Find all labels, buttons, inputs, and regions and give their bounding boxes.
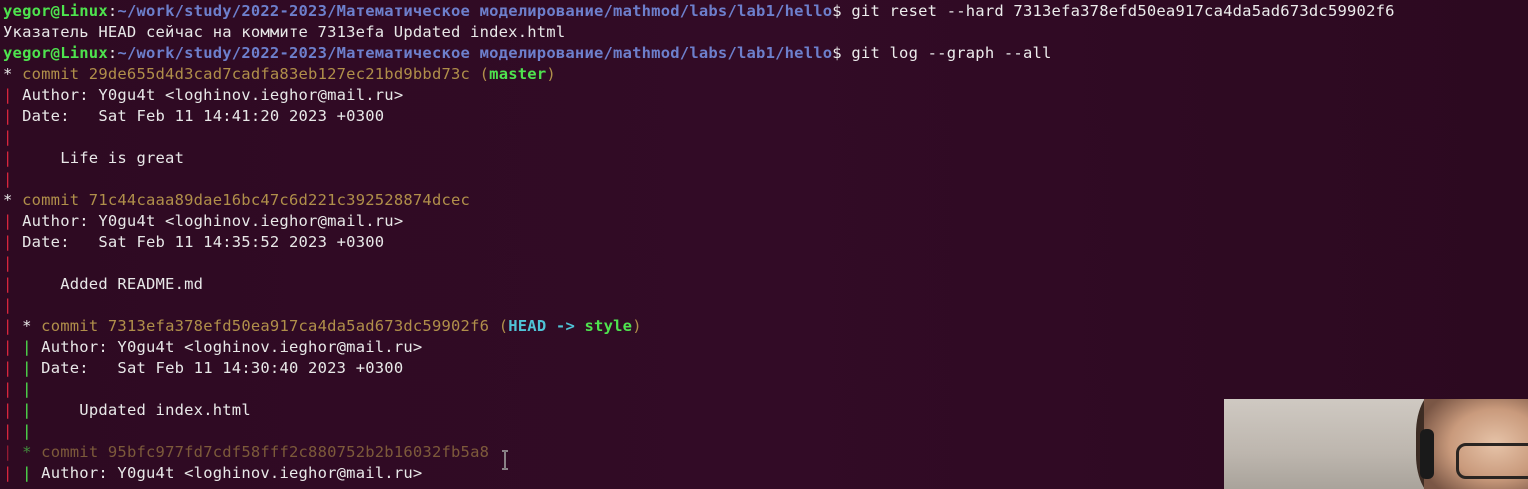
prompt-sep: : bbox=[107, 44, 118, 62]
graph-bar: | bbox=[22, 380, 42, 398]
branch-ref-master: master bbox=[489, 65, 547, 83]
prompt-sep: : bbox=[107, 2, 118, 20]
author-text: Author: Y0gu4t <loghinov.ieghor@mail.ru> bbox=[22, 86, 404, 104]
prompt-path: ~/work/study/2022-2023/Математическое мо… bbox=[117, 44, 833, 62]
graph-bar: | bbox=[3, 464, 23, 482]
graph-bar: | bbox=[3, 338, 23, 356]
log-author-line: | Author: Y0gu4t <loghinov.ieghor@mail.r… bbox=[3, 85, 403, 106]
log-commit-line: | * commit 7313efa378efd50ea917ca4da5ad6… bbox=[3, 316, 642, 337]
graph-star: * bbox=[3, 65, 23, 83]
webcam-overlay bbox=[1224, 399, 1528, 489]
graph-bar: | bbox=[3, 317, 23, 335]
graph-star: * bbox=[22, 443, 42, 461]
graph-bar: | bbox=[3, 443, 23, 461]
command-text: git log --graph --all bbox=[851, 44, 1052, 62]
prompt-dollar: $ bbox=[832, 2, 852, 20]
log-message-line: | | Updated index.html bbox=[3, 400, 251, 421]
graph-bar: | bbox=[3, 359, 23, 377]
commit-message: Life is great bbox=[22, 149, 185, 167]
date-text: Date: Sat Feb 11 14:30:40 2023 +0300 bbox=[41, 359, 404, 377]
prompt-user-host: yegor@Linux bbox=[3, 44, 108, 62]
log-author-line: | Author: Y0gu4t <loghinov.ieghor@mail.r… bbox=[3, 211, 403, 232]
prompt-path: ~/work/study/2022-2023/Математическое мо… bbox=[117, 2, 833, 20]
prompt-dollar: $ bbox=[832, 44, 852, 62]
ref-paren: ) bbox=[546, 65, 556, 83]
log-message-line: | Life is great bbox=[3, 148, 184, 169]
ref-arrow: -> bbox=[546, 317, 585, 335]
log-blank-line: | | bbox=[3, 421, 41, 442]
prompt-line-2: yegor@Linux:~/work/study/2022-2023/Матем… bbox=[3, 43, 1052, 64]
date-text: Date: Sat Feb 11 14:41:20 2023 +0300 bbox=[22, 107, 385, 125]
graph-bar: | bbox=[22, 422, 42, 440]
log-message-line: | Added README.md bbox=[3, 274, 203, 295]
log-date-line: | Date: Sat Feb 11 14:41:20 2023 +0300 bbox=[3, 106, 384, 127]
graph-bar: | bbox=[3, 401, 23, 419]
graph-star: * bbox=[3, 191, 23, 209]
command-text: git reset --hard 7313efa378efd50ea917ca4… bbox=[851, 2, 1395, 20]
graph-bar: | bbox=[3, 170, 23, 188]
ref-paren: ) bbox=[632, 317, 642, 335]
log-author-line: | | Author: Y0gu4t <loghinov.ieghor@mail… bbox=[3, 463, 422, 484]
terminal-window[interactable]: yegor@Linux:~/work/study/2022-2023/Матем… bbox=[0, 0, 1528, 489]
commit-hash: commit 71c44caaa89dae16bc47c6d221c392528… bbox=[22, 191, 471, 209]
graph-bar: | bbox=[22, 401, 42, 419]
log-commit-line: * commit 29de655d4d3cad7cadfa83eb127ec21… bbox=[3, 64, 556, 85]
ref-paren: ( bbox=[489, 317, 509, 335]
command-output: Указатель HEAD сейчас на коммите 7313efa… bbox=[3, 23, 566, 41]
log-blank-line: | bbox=[3, 127, 22, 148]
graph-bar: | bbox=[3, 275, 23, 293]
graph-star: * bbox=[22, 317, 42, 335]
log-author-line: | | Author: Y0gu4t <loghinov.ieghor@mail… bbox=[3, 337, 422, 358]
author-text: Author: Y0gu4t <loghinov.ieghor@mail.ru> bbox=[41, 338, 423, 356]
commit-message: Updated index.html bbox=[41, 401, 251, 419]
text-cursor-icon bbox=[502, 450, 508, 470]
graph-bar: | bbox=[3, 128, 23, 146]
graph-bar: | bbox=[3, 149, 23, 167]
headset-icon bbox=[1420, 429, 1434, 479]
graph-bar: | bbox=[3, 254, 23, 272]
log-commit-line: | * commit 95bfc977fd7cdf58fff2c880752b2… bbox=[3, 442, 489, 463]
log-commit-line: * commit 71c44caaa89dae16bc47c6d221c3925… bbox=[3, 190, 470, 211]
log-blank-line: | bbox=[3, 295, 22, 316]
graph-bar: | bbox=[22, 359, 42, 377]
author-text: Author: Y0gu4t <loghinov.ieghor@mail.ru> bbox=[22, 212, 404, 230]
commit-message: Added README.md bbox=[22, 275, 204, 293]
commit-hash: commit 95bfc977fd7cdf58fff2c880752b2b160… bbox=[41, 443, 490, 461]
prompt-user-host: yegor@Linux bbox=[3, 2, 108, 20]
ref-paren: ( bbox=[470, 65, 490, 83]
graph-bar: | bbox=[22, 464, 42, 482]
graph-bar: | bbox=[3, 212, 23, 230]
graph-bar: | bbox=[3, 107, 23, 125]
branch-ref-style: style bbox=[584, 317, 633, 335]
commit-hash: commit 29de655d4d3cad7cadfa83eb127ec21bd… bbox=[22, 65, 471, 83]
author-text: Author: Y0gu4t <loghinov.ieghor@mail.ru> bbox=[41, 464, 423, 482]
graph-bar: | bbox=[22, 338, 42, 356]
graph-bar: | bbox=[3, 422, 23, 440]
head-ref: HEAD bbox=[508, 317, 547, 335]
date-text: Date: Sat Feb 11 14:35:52 2023 +0300 bbox=[22, 233, 385, 251]
log-blank-line: | bbox=[3, 169, 22, 190]
graph-bar: | bbox=[3, 86, 23, 104]
log-blank-line: | | bbox=[3, 379, 41, 400]
graph-bar: | bbox=[3, 296, 23, 314]
graph-bar: | bbox=[3, 380, 23, 398]
graph-bar: | bbox=[3, 233, 23, 251]
log-date-line: | | Date: Sat Feb 11 14:30:40 2023 +0300 bbox=[3, 358, 403, 379]
log-blank-line: | bbox=[3, 253, 22, 274]
webcam-glasses bbox=[1456, 443, 1528, 479]
commit-hash: commit 7313efa378efd50ea917ca4da5ad673dc… bbox=[41, 317, 490, 335]
log-date-line: | Date: Sat Feb 11 14:35:52 2023 +0300 bbox=[3, 232, 384, 253]
prompt-line-1: yegor@Linux:~/work/study/2022-2023/Матем… bbox=[3, 1, 1395, 22]
